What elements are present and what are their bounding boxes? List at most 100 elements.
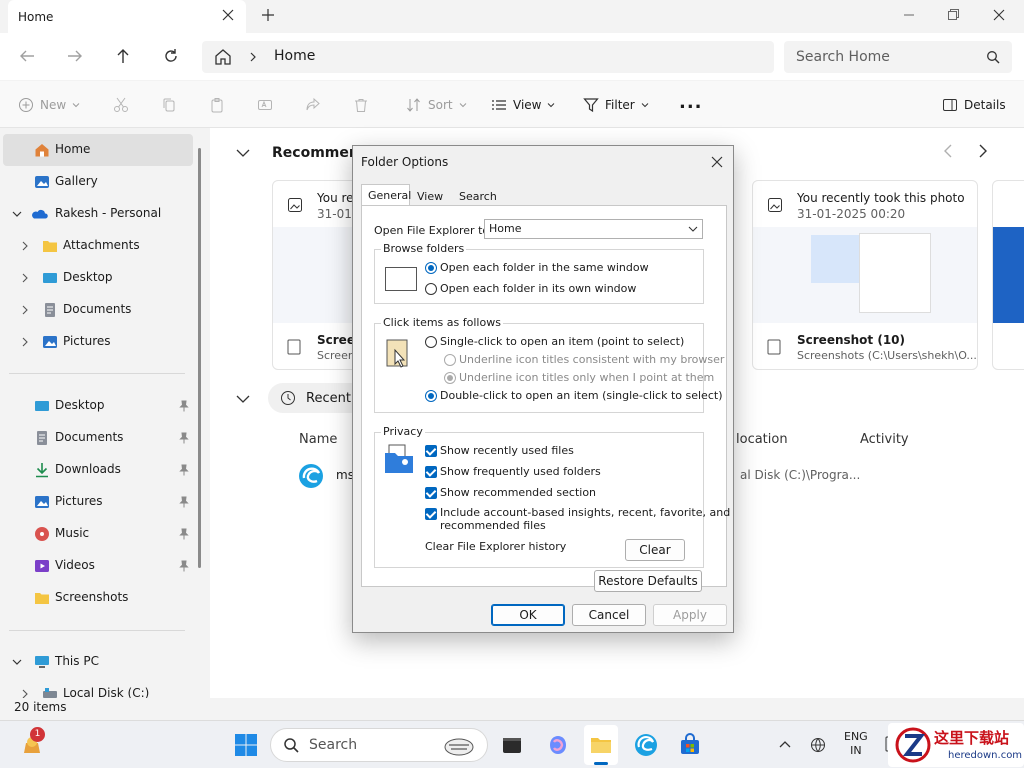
column-header-activity[interactable]: Activity [860,432,909,447]
view-button[interactable]: View [491,97,555,113]
chevron-down-icon[interactable] [12,209,22,219]
forward-icon[interactable] [66,47,84,65]
copy-icon[interactable] [161,97,177,113]
tab-home[interactable]: Home [8,0,246,33]
thumbnail-menu [859,233,931,313]
cut-icon[interactable] [113,97,129,113]
chevron-right-icon[interactable] [21,337,29,347]
minimize-icon[interactable] [902,8,916,22]
edge-icon[interactable] [634,733,658,757]
refresh-icon[interactable] [162,47,180,65]
sidebar-item-label: Videos [55,558,95,572]
restore-defaults-button[interactable]: Restore Defaults [594,570,702,592]
radio-same-window[interactable] [425,262,437,274]
sidebar-item-music[interactable]: Music [0,518,192,550]
apply-button[interactable]: Apply [653,604,727,626]
pin-icon[interactable] [179,560,189,572]
language-indicator[interactable]: ENG IN [844,730,868,758]
checkbox-recent-files[interactable] [425,445,437,457]
recommended-card[interactable]: You recently took this photo 31-01-2025 … [752,180,978,370]
sidebar-item-documents[interactable]: Documents [0,422,192,454]
close-window-icon[interactable] [992,8,1006,22]
pin-icon[interactable] [179,432,189,444]
chevron-right-icon[interactable] [21,305,29,315]
details-button[interactable]: Details [942,97,1006,113]
clear-button[interactable]: Clear [625,539,685,561]
pin-icon[interactable] [179,400,189,412]
chevron-right-icon[interactable] [21,241,29,251]
card-file-path: Screenshots (C:\Users\shekh\O... [797,349,977,362]
sidebar-item-this-pc[interactable]: This PC [0,646,192,678]
close-tab-icon[interactable] [222,9,234,21]
tab-search[interactable]: Search [457,187,499,206]
sidebar-item-onedrive[interactable]: Rakesh - Personal [0,198,192,230]
radio-own-window[interactable] [425,283,437,295]
new-button[interactable]: New [18,97,80,113]
chevron-down-icon[interactable] [12,657,22,667]
open-to-select[interactable]: Home [484,219,703,239]
network-icon[interactable] [810,736,828,754]
new-tab-icon[interactable] [261,8,275,22]
sidebar-item-local-disk[interactable]: Local Disk (C:) [0,678,192,698]
delete-icon[interactable] [353,97,369,113]
chevron-down-icon [548,103,555,108]
sidebar-item-label: Downloads [55,462,121,476]
checkbox-recommended-section[interactable] [425,487,437,499]
pin-icon[interactable] [179,496,189,508]
terminal-icon[interactable] [500,733,524,757]
more-options-button[interactable]: ... [679,92,703,113]
windows-start-icon[interactable] [234,733,258,757]
filter-button[interactable]: Filter [583,97,649,113]
chevron-up-icon[interactable] [779,739,791,749]
pin-icon[interactable] [179,528,189,540]
radio-double-click[interactable] [425,390,437,402]
pin-icon[interactable] [179,464,189,476]
store-icon[interactable] [678,733,702,757]
tab-view[interactable]: View [415,187,445,206]
sidebar-item-pictures-onedrive[interactable]: Pictures [0,326,192,358]
chevron-down-icon[interactable] [236,394,250,404]
sidebar-item-documents-onedrive[interactable]: Documents [0,294,192,326]
cancel-button[interactable]: Cancel [572,604,646,626]
taskbar-search[interactable]: Search [270,728,488,762]
sidebar-item-label: Attachments [63,238,140,252]
radio-single-click[interactable] [425,336,437,348]
sort-button[interactable]: Sort [406,97,467,113]
sidebar-item-screenshots[interactable]: Screenshots [0,582,192,614]
paste-icon[interactable] [209,97,225,113]
breadcrumb[interactable]: Home [202,41,774,73]
rename-icon[interactable] [257,97,273,113]
sidebar-item-videos[interactable]: Videos [0,550,192,582]
ok-button[interactable]: OK [491,604,565,626]
recommended-card[interactable] [992,180,1024,370]
back-icon[interactable] [18,47,36,65]
tab-general[interactable]: General [361,184,411,206]
checkbox-label: Show recommended section [440,486,597,499]
sidebar-scrollbar[interactable] [198,148,201,568]
sidebar-item-home[interactable]: Home [3,134,193,166]
chevron-down-icon[interactable] [236,148,250,158]
taskbar-file-explorer[interactable] [584,725,618,765]
close-icon[interactable] [711,156,723,168]
checkbox-frequent-folders[interactable] [425,466,437,478]
sidebar-item-attachments[interactable]: Attachments [0,230,192,262]
previous-icon[interactable] [943,144,955,158]
search-input[interactable]: Search Home [784,41,1012,73]
next-icon[interactable] [976,144,988,158]
sidebar-item-downloads[interactable]: Downloads [0,454,192,486]
column-header-name[interactable]: Name [299,432,337,447]
share-icon[interactable] [305,97,321,113]
up-icon[interactable] [114,47,132,65]
weather-widget[interactable]: 1 [20,727,45,757]
sidebar-item-gallery[interactable]: Gallery [0,166,192,198]
restore-icon[interactable] [946,8,960,22]
column-header-location[interactable]: location [736,432,788,447]
sidebar-item-pictures[interactable]: Pictures [0,486,192,518]
copilot-icon[interactable] [546,733,570,757]
chevron-right-icon[interactable] [21,689,29,698]
checkbox-label: Include account-based insights, recent, … [440,506,731,519]
chevron-right-icon[interactable] [21,273,29,283]
sidebar-item-desktop-onedrive[interactable]: Desktop [0,262,192,294]
sidebar-item-desktop[interactable]: Desktop [0,390,192,422]
checkbox-account-insights[interactable] [425,508,437,520]
